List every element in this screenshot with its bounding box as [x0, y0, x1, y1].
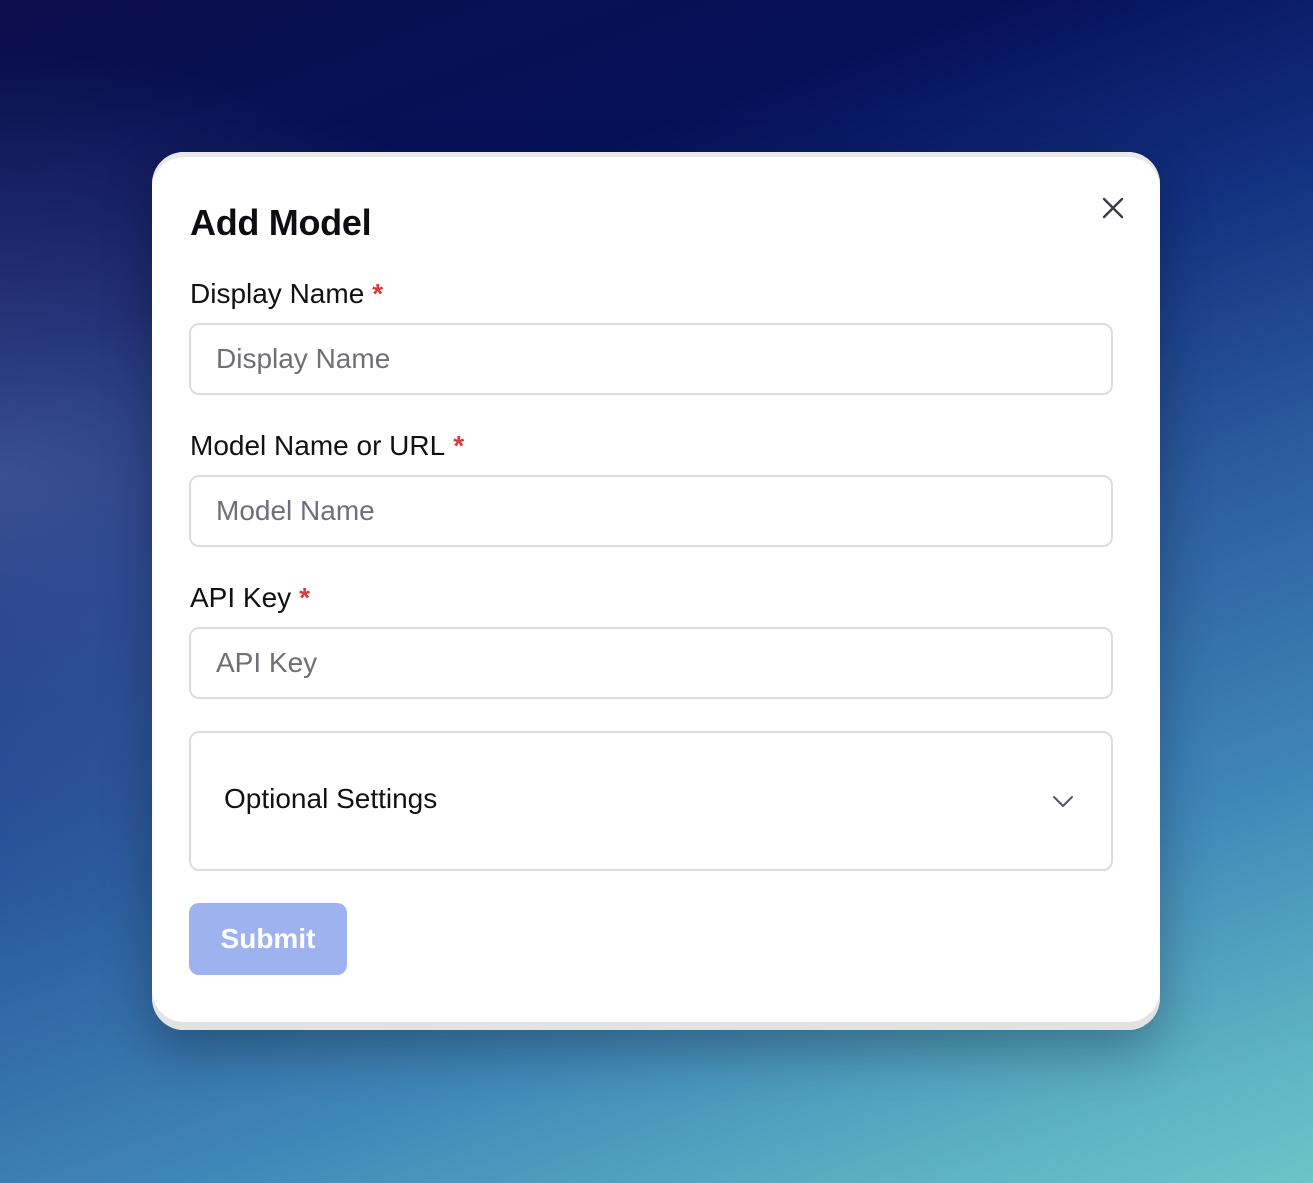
add-model-dialog: Add Model Display Name* Model Name or UR… — [152, 152, 1160, 1030]
api-key-label-text: API Key — [190, 582, 292, 613]
display-name-input[interactable] — [189, 323, 1113, 395]
model-name-input[interactable] — [189, 475, 1113, 547]
close-button[interactable] — [1097, 192, 1129, 224]
model-name-label-text: Model Name or URL — [190, 430, 446, 461]
required-asterisk: * — [453, 430, 465, 461]
optional-settings-label: Optional Settings — [224, 783, 438, 814]
submit-button[interactable]: Submit — [189, 903, 347, 975]
display-name-label-text: Display Name — [190, 278, 365, 309]
close-icon — [1102, 197, 1124, 219]
optional-settings-accordion[interactable]: Optional Settings — [189, 731, 1113, 871]
api-key-label: API Key * — [190, 582, 310, 614]
display-name-label: Display Name * — [190, 278, 383, 310]
model-name-label: Model Name or URL * — [190, 430, 464, 462]
dialog-title: Add Model — [190, 202, 372, 243]
required-asterisk: * — [299, 582, 311, 613]
required-asterisk: * — [372, 278, 384, 309]
api-key-input[interactable] — [189, 627, 1113, 699]
chevron-down-icon — [1053, 796, 1073, 807]
